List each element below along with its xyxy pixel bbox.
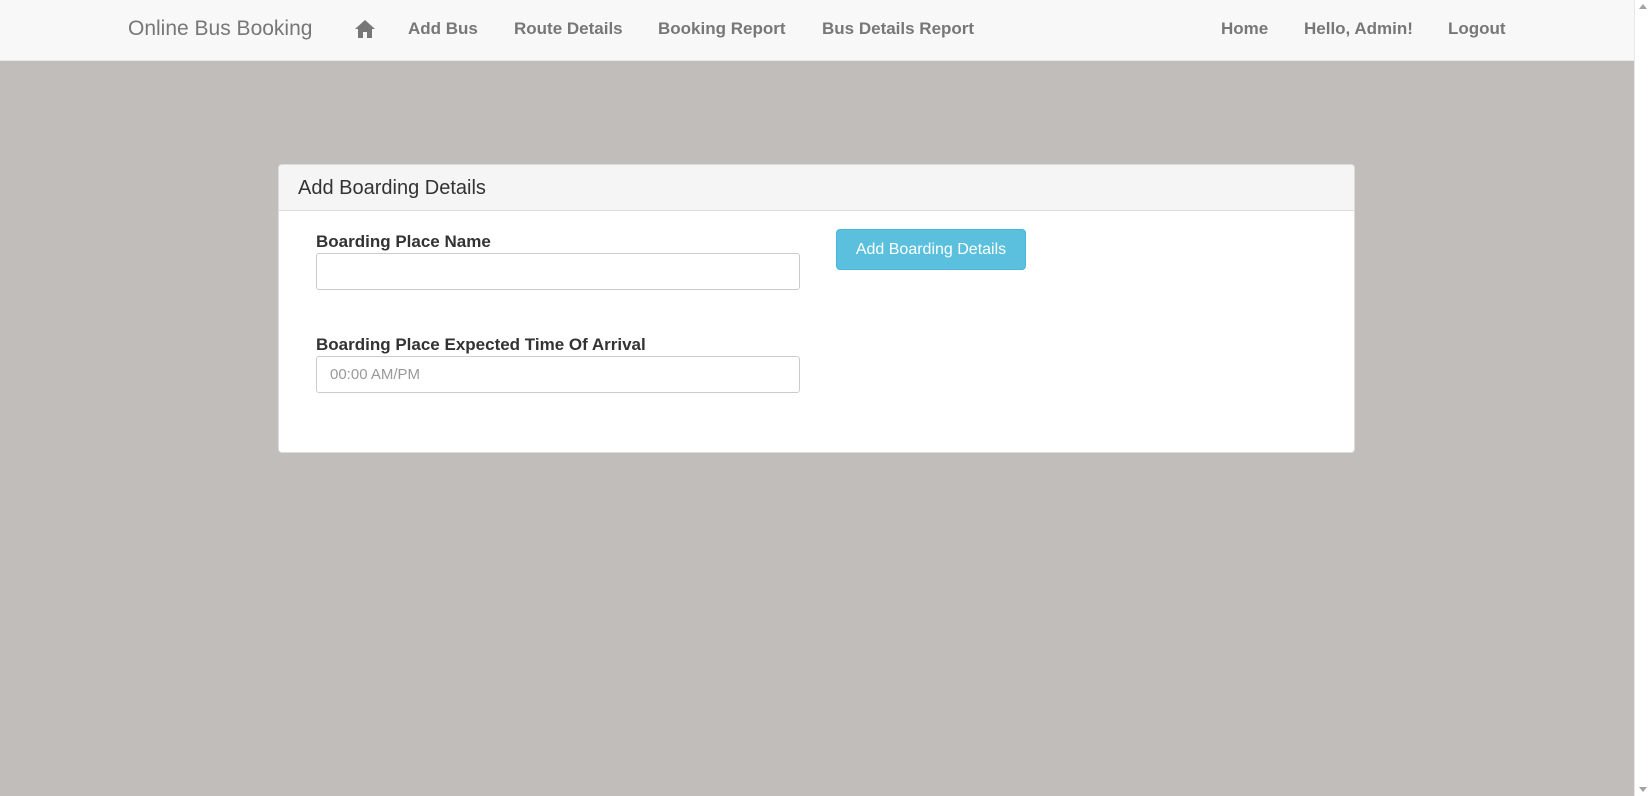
vertical-scrollbar[interactable]	[1634, 0, 1652, 796]
arrival-time-input[interactable]	[316, 356, 800, 393]
scroll-up-icon[interactable]	[1639, 4, 1647, 9]
nav-user-greeting[interactable]: Hello, Admin!	[1304, 19, 1413, 39]
scroll-down-icon[interactable]	[1639, 787, 1647, 792]
panel-title: Add Boarding Details	[279, 165, 1354, 211]
boarding-place-input[interactable]	[316, 253, 800, 290]
navbar-brand[interactable]: Online Bus Booking	[128, 17, 312, 41]
add-boarding-details-button[interactable]: Add Boarding Details	[836, 229, 1026, 270]
add-boarding-panel: Add Boarding Details Boarding Place Name…	[278, 164, 1355, 453]
top-navbar: Online Bus Booking Add Bus Route Details…	[0, 0, 1634, 61]
boarding-place-label: Boarding Place Name	[316, 232, 491, 251]
arrival-time-label: Boarding Place Expected Time Of Arrival	[316, 335, 646, 354]
nav-add-bus[interactable]: Add Bus	[408, 19, 478, 39]
nav-home[interactable]: Home	[1221, 19, 1268, 39]
nav-route-details[interactable]: Route Details	[514, 19, 623, 39]
nav-bus-details-report[interactable]: Bus Details Report	[822, 19, 974, 39]
home-icon[interactable]	[353, 17, 377, 41]
nav-booking-report[interactable]: Booking Report	[658, 19, 786, 39]
nav-logout[interactable]: Logout	[1448, 19, 1506, 39]
